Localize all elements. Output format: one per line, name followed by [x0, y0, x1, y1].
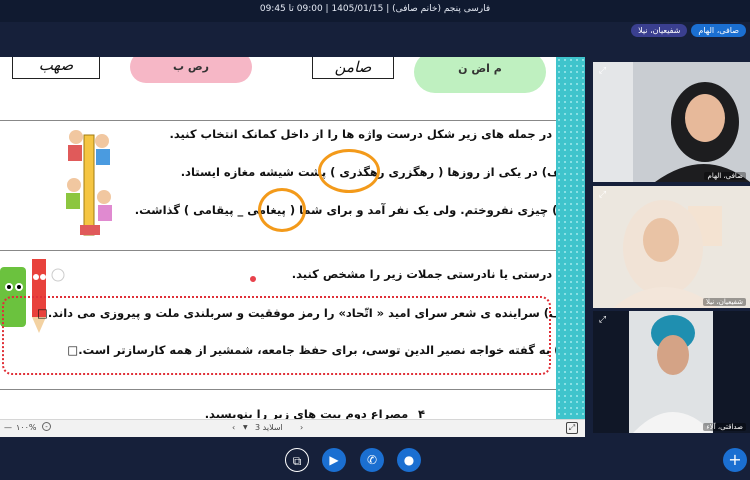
phone-icon[interactable]: ✆	[360, 448, 384, 472]
participant-tabs: صافی، الهام شفیعیان، نیلا	[631, 24, 746, 37]
question-3-title: ۳_ درستی یا نادرستی جملات زیر را مشخص کن…	[291, 267, 569, 281]
prev-slide-icon[interactable]: ‹	[232, 423, 235, 432]
question-2b: ب) چیزی نفروختم. ولی یک نفر آمد و برای ش…	[134, 203, 569, 217]
zoom-out-icon[interactable]: —	[4, 423, 12, 432]
tile-name-label: شفیعیان، نیلا	[702, 298, 746, 306]
add-icon[interactable]: +	[723, 448, 747, 472]
cloud-word-pink: رص ب	[130, 57, 252, 83]
tile-name-label: صداقتی، آلاء	[703, 423, 746, 431]
annotation-circle-1	[318, 149, 380, 193]
participant-video-student-2	[593, 311, 750, 433]
presentation-slide: صهب رص ب صامن م اض ن ۲_ در جمله های زیر …	[0, 57, 585, 419]
camera-icon[interactable]: ▶	[322, 448, 346, 472]
participant-video-teacher	[593, 62, 750, 182]
pointer-dot	[250, 276, 256, 282]
expand-icon[interactable]: ⤢	[597, 190, 608, 201]
participant-tab-other[interactable]: شفیعیان، نیلا	[631, 24, 688, 37]
question-3a: الف) سراینده ی شعر سرای امید « اتّحاد» ر…	[37, 306, 571, 320]
slide-side-decoration	[556, 57, 585, 419]
top-bar: فارسی پنجم (خانم صافی) | 1405/01/15 | 09…	[0, 0, 750, 22]
expand-icon[interactable]: ⤢	[597, 315, 608, 326]
fullscreen-icon[interactable]: ⤢	[566, 422, 578, 434]
section-divider	[0, 120, 556, 121]
section-divider	[0, 250, 556, 251]
video-tile-2[interactable]: ⤢ شفیعیان، نیلا	[593, 186, 750, 308]
cloud-word-green: م اض ن	[414, 57, 546, 93]
children-ruler-illustration	[66, 130, 112, 236]
annotation-circle-2	[258, 188, 306, 232]
slide-toolbar: — ۱۰۰% - ‹ ▼ اسلاید 3 › ⤢	[0, 419, 585, 437]
expand-icon[interactable]: ⤢	[597, 66, 608, 77]
video-tile-1[interactable]: ⤢ صافی، الهام	[593, 62, 750, 182]
microphone-icon[interactable]: ●	[397, 448, 421, 472]
handwritten-word-box-1: صهب	[12, 57, 100, 79]
video-tile-3[interactable]: ⤢ صداقتی، آلاء	[593, 311, 750, 433]
tile-name-label: صافی، الهام	[704, 172, 746, 180]
zoom-level: ۱۰۰%	[16, 423, 37, 432]
class-title: فارسی پنجم (خانم صافی) | 1405/01/15 | 09…	[259, 4, 491, 14]
section-divider	[0, 389, 556, 390]
question-4-title: ۴_ مصراع دوم بیت های زیر را بنویسید.	[204, 407, 425, 419]
participant-video-student-1	[593, 186, 750, 308]
next-slide-icon[interactable]: ›	[300, 423, 303, 432]
question-3b: ب) به گفته خواجه نصیر الدین توسی، برای ح…	[67, 343, 571, 357]
question-2-title: ۲_ در جمله های زیر شکل درست واژه ها را ا…	[169, 127, 569, 141]
slide-dropdown-icon[interactable]: ▼	[243, 424, 248, 431]
handwritten-word-box-2: صامن	[312, 57, 394, 79]
screen-share-icon[interactable]: ⧉	[285, 448, 309, 472]
participant-tab-self[interactable]: صافی، الهام	[691, 24, 746, 37]
slide-number-label[interactable]: اسلاید 3	[255, 423, 283, 432]
zoom-in-icon[interactable]: -	[42, 422, 51, 431]
